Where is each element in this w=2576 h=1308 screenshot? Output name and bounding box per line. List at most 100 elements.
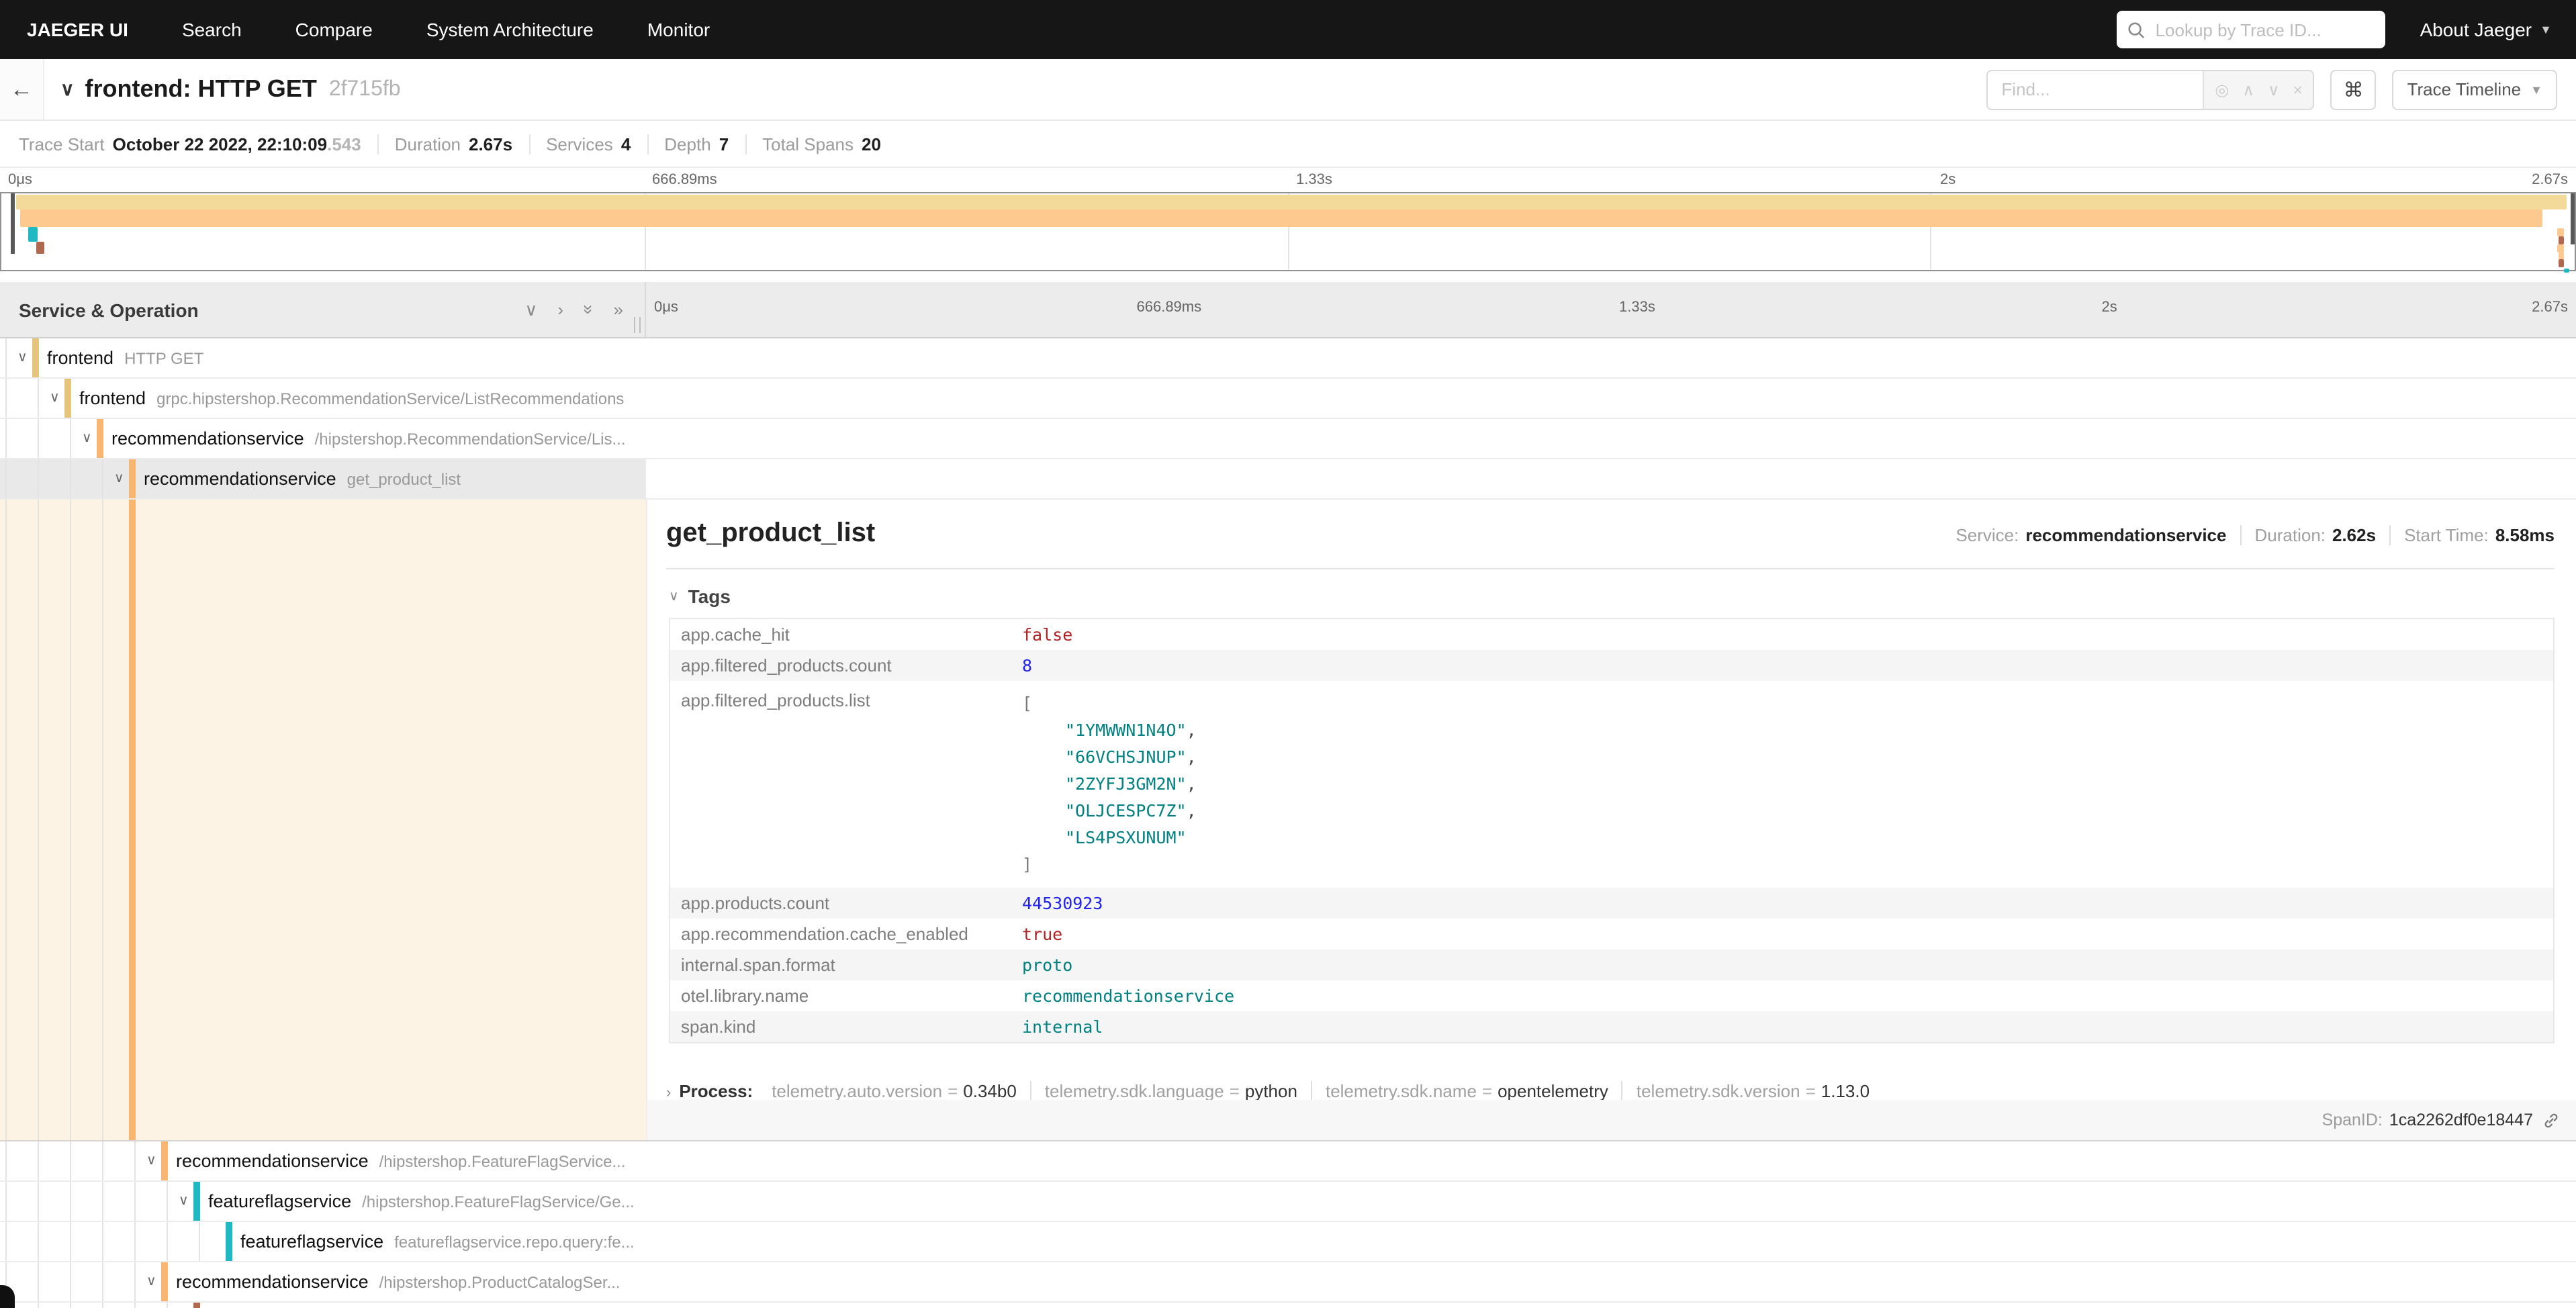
tags-section-header[interactable]: ∨ Tags [669, 586, 2555, 607]
process-value: opentelemetry [1498, 1081, 1608, 1101]
tag-row[interactable]: app.recommendation.cache_enabledtrue [670, 919, 2553, 949]
span-tree-chevron-icon[interactable]: ∨ [50, 391, 60, 406]
tree-guide-line [102, 1262, 103, 1301]
span-row-name[interactable]: ∨frontendHTTP GET [0, 338, 646, 377]
span-color-strip [161, 1141, 168, 1180]
nav-item-system-architecture[interactable]: System Architecture [426, 19, 594, 40]
span-row[interactable]: ∨recommendationserviceget_product_list [0, 459, 2576, 500]
nav-item-compare[interactable]: Compare [295, 19, 373, 40]
column-resize-grip[interactable] [634, 317, 641, 333]
locate-icon[interactable]: ◎ [2215, 80, 2229, 99]
minimap-scrubber-left[interactable] [11, 193, 15, 254]
span-service-name: recommendationservice [176, 1272, 369, 1292]
trace-lookup-input[interactable] [2153, 18, 2375, 41]
span-color-strip [64, 379, 71, 418]
process-row[interactable]: › Process: telemetry.auto.version=0.34b0… [666, 1081, 2555, 1101]
json-list-item: "OLJCESPC7Z", [1022, 798, 1197, 825]
tag-row[interactable]: app.cache_hitfalse [670, 619, 2553, 650]
summary-suffix: .543 [327, 134, 361, 154]
summary-label: Duration [395, 134, 461, 154]
process-equals: = [1806, 1081, 1816, 1101]
json-list-item: "LS4PSXUNUM" [1022, 825, 1197, 851]
find-icon-group: ◎ ∧ ∨ × [2203, 71, 2313, 108]
back-button[interactable]: ← [0, 59, 44, 120]
span-tree-chevron-icon[interactable]: ∨ [146, 1274, 156, 1289]
summary-item: Services4 [530, 134, 648, 154]
tree-guide-line [199, 1222, 200, 1261]
span-row-name[interactable]: ∨frontendgrpc.hipstershop.Recommendation… [0, 379, 646, 418]
minimap-canvas[interactable] [0, 192, 2576, 271]
span-operation-name: /hipstershop.ProductCatalogSer... [379, 1272, 620, 1291]
tag-row[interactable]: internal.span.formatproto [670, 949, 2553, 980]
minimap-gap [0, 271, 2576, 282]
collapse-one-icon[interactable]: ∨ [524, 299, 537, 320]
span-detail-row: get_product_list Service:recommendations… [0, 500, 2576, 1141]
process-value: 0.34b0 [963, 1081, 1017, 1101]
span-row[interactable]: ∨featureflagservice/hipstershop.FeatureF… [0, 1182, 2576, 1222]
process-key: telemetry.auto.version [772, 1081, 942, 1101]
collapse-trace-chevron-icon[interactable]: ∨ [60, 78, 75, 101]
tag-row[interactable]: app.filtered_products.count8 [670, 650, 2553, 681]
tag-key: span.kind [670, 1017, 1011, 1037]
span-row-name[interactable]: featureflagservicefeatureflagservice.rep… [0, 1222, 646, 1261]
tag-key: app.filtered_products.list [670, 685, 1011, 884]
span-tree-chevron-icon[interactable]: ∨ [146, 1154, 156, 1168]
span-row[interactable]: ∨frontendgrpc.hipstershop.Recommendation… [0, 379, 2576, 419]
nav-item-search[interactable]: Search [182, 19, 242, 40]
tag-key: internal.span.format [670, 955, 1011, 975]
app-logo[interactable]: JAEGER UI [0, 19, 155, 40]
tag-row[interactable]: otel.library.namerecommendationservice [670, 980, 2553, 1011]
tag-value: true [1011, 924, 1073, 944]
tree-guide-line [102, 1303, 103, 1308]
trace-title[interactable]: frontend: HTTP GET [85, 75, 317, 103]
span-tree-chevron-icon[interactable]: ∨ [17, 351, 28, 365]
expand-all-icon[interactable]: » [614, 299, 623, 320]
find-next-icon[interactable]: ∨ [2268, 80, 2280, 99]
span-rows-bottom: ∨ recommendationservice/hipstershop.Featu… [0, 1141, 2576, 1308]
span-row-name[interactable] [0, 1303, 646, 1308]
span-row-name[interactable]: ∨recommendationserviceget_product_list [0, 459, 646, 498]
tree-guide-line [5, 338, 7, 377]
tree-guide-line [70, 1141, 71, 1180]
span-row-name[interactable]: ∨recommendationservice/hipstershop.Recom… [0, 419, 646, 458]
expand-one-icon[interactable]: › [557, 299, 563, 320]
span-operation-name: /hipstershop.FeatureFlagService/Ge... [362, 1192, 635, 1211]
summary-item: Trace StartOctober 22 2022, 22:10:09.543 [19, 134, 379, 154]
clear-find-icon[interactable]: × [2293, 80, 2303, 99]
span-detail-card: get_product_list Service:recommendations… [646, 500, 2576, 1140]
find-prev-icon[interactable]: ∧ [2242, 80, 2254, 99]
span-meta-label: Duration: [2255, 525, 2326, 545]
minimap-scrubber-right[interactable] [2571, 193, 2575, 244]
span-row[interactable]: ∨ recommendationservice/hipstershop.Produ… [0, 1262, 2576, 1303]
span-row-name[interactable]: ∨featureflagservice/hipstershop.FeatureF… [0, 1182, 646, 1221]
span-row[interactable]: ∨recommendationservice/hipstershop.Featu… [0, 1141, 2576, 1182]
span-operation-name: HTTP GET [124, 348, 203, 367]
about-jaeger-menu[interactable]: About Jaeger ▼ [2420, 19, 2552, 40]
tag-row[interactable]: app.filtered_products.list["1YMWWN1N4O",… [670, 681, 2553, 888]
tree-guide-line [167, 1303, 168, 1308]
tag-row[interactable]: span.kindinternal [670, 1011, 2553, 1042]
span-row[interactable]: featureflagservicefeatureflagservice.rep… [0, 1222, 2576, 1262]
nav-item-monitor[interactable]: Monitor [647, 19, 710, 40]
copy-link-icon[interactable] [2542, 1111, 2560, 1129]
tree-guide-line [5, 419, 7, 458]
span-row[interactable]: ∨frontendHTTP GET [0, 338, 2576, 379]
span-row[interactable]: ∨recommendationservice/hipstershop.Recom… [0, 419, 2576, 459]
collapse-all-icon[interactable]: » [578, 305, 598, 314]
span-row-name[interactable]: ∨ recommendationservice/hipstershop.Produ… [0, 1262, 646, 1301]
divider [666, 568, 2555, 569]
span-tree-chevron-icon[interactable]: ∨ [82, 431, 92, 446]
tree-guide-line [38, 1182, 39, 1221]
tag-row[interactable]: app.products.count44530923 [670, 888, 2553, 919]
find-input[interactable] [1988, 71, 2203, 108]
span-tree-chevron-icon[interactable]: ∨ [179, 1194, 189, 1209]
trace-id-short: 2f715fb [329, 77, 401, 101]
span-tree-chevron-icon[interactable]: ∨ [114, 471, 124, 486]
tree-guide-line [134, 1262, 136, 1301]
tree-guide-line [134, 1303, 136, 1308]
keyboard-shortcuts-button[interactable]: ⌘ [2331, 69, 2377, 109]
span-row[interactable] [0, 1303, 2576, 1308]
back-arrow-icon: ← [10, 76, 33, 103]
trace-view-selector[interactable]: Trace Timeline ▼ [2393, 69, 2557, 109]
span-row-name[interactable]: ∨recommendationservice/hipstershop.Featu… [0, 1141, 646, 1180]
